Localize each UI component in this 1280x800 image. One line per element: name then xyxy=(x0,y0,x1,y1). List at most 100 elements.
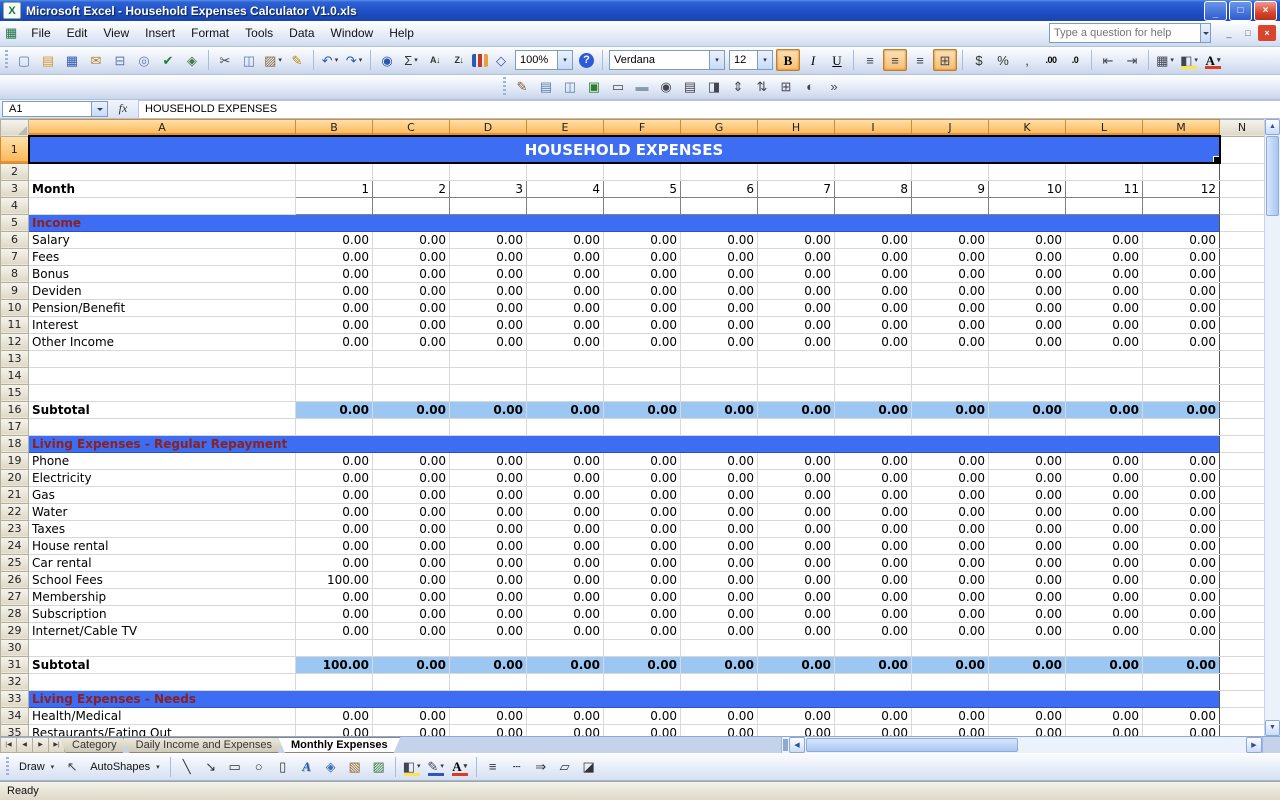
cell[interactable] xyxy=(296,673,373,690)
cell-value[interactable]: 0.00 xyxy=(373,571,450,588)
cell[interactable] xyxy=(1220,673,1265,690)
dropdown-arrow-icon[interactable]: ▾ xyxy=(335,57,339,64)
chart-wizard-icon[interactable] xyxy=(472,54,488,67)
cell-value[interactable]: 0.00 xyxy=(758,622,835,639)
select-objects-icon[interactable]: ↖ xyxy=(61,757,83,777)
cell-value[interactable]: 0.00 xyxy=(373,724,450,736)
cell-value[interactable]: 0.00 xyxy=(527,333,604,350)
row-header-5[interactable]: 5 xyxy=(1,214,29,231)
section-header-cell[interactable]: Income xyxy=(29,214,1220,231)
cell-value[interactable]: 0.00 xyxy=(912,554,989,571)
cell-value[interactable]: 0.00 xyxy=(989,724,1066,736)
cell-label[interactable]: Salary xyxy=(29,231,296,248)
cell-value[interactable]: 0.00 xyxy=(527,503,604,520)
cell-value[interactable]: 0.00 xyxy=(912,605,989,622)
menu-window[interactable]: Window xyxy=(323,23,382,43)
cell[interactable] xyxy=(989,197,1066,214)
cell-subtotal-value[interactable]: 100.00 xyxy=(296,656,373,673)
cell-value[interactable]: 0.00 xyxy=(450,537,527,554)
cell-subtotal-value[interactable]: 0.00 xyxy=(835,401,912,418)
cell-value[interactable]: 0.00 xyxy=(296,452,373,469)
prev-sheet-button[interactable]: ◀ xyxy=(16,737,33,753)
cell[interactable] xyxy=(450,639,527,656)
cell[interactable] xyxy=(29,163,296,180)
cell-subtotal-value[interactable]: 0.00 xyxy=(450,401,527,418)
cell[interactable] xyxy=(1220,469,1265,486)
cell-value[interactable]: 0.00 xyxy=(912,520,989,537)
cell[interactable] xyxy=(758,163,835,180)
cell-value[interactable]: 0.00 xyxy=(1066,265,1143,282)
cell[interactable] xyxy=(1143,418,1220,435)
cell-value[interactable]: 0.00 xyxy=(1143,316,1220,333)
cell-value[interactable]: 0.00 xyxy=(758,537,835,554)
row-header-6[interactable]: 6 xyxy=(1,231,29,248)
menu-view[interactable]: View xyxy=(95,23,137,43)
column-header-H[interactable]: H xyxy=(758,119,835,136)
textbox-icon[interactable]: ▭ xyxy=(607,77,629,97)
insert-hyperlink-icon[interactable]: ◉ xyxy=(376,50,398,70)
cell[interactable] xyxy=(1220,316,1265,333)
decrease-indent-icon[interactable]: ⇤ xyxy=(1097,50,1119,70)
cell-label[interactable]: Health/Medical xyxy=(29,707,296,724)
cell[interactable] xyxy=(758,384,835,401)
cell-value[interactable]: 0.00 xyxy=(1143,469,1220,486)
cell-value[interactable]: 0.00 xyxy=(604,248,681,265)
dropdown-arrow-icon[interactable]: ▾ xyxy=(1194,57,1198,64)
dropdown-arrow-icon[interactable]: ▾ xyxy=(557,51,572,69)
cell-value[interactable]: 0.00 xyxy=(373,299,450,316)
cell[interactable] xyxy=(681,367,758,384)
cell-subtotal-value[interactable]: 0.00 xyxy=(989,656,1066,673)
cell-value[interactable]: 0.00 xyxy=(1066,248,1143,265)
cell[interactable] xyxy=(681,673,758,690)
cell-value[interactable]: 0.00 xyxy=(758,333,835,350)
font-name-combo[interactable]: Verdana▾ xyxy=(609,50,725,70)
cell-label[interactable]: Car rental xyxy=(29,554,296,571)
cell-value[interactable]: 0.00 xyxy=(373,537,450,554)
cell-value[interactable]: 0.00 xyxy=(989,248,1066,265)
cell-value[interactable]: 0.00 xyxy=(1066,520,1143,537)
column-header-B[interactable]: B xyxy=(296,119,373,136)
cell[interactable] xyxy=(1066,639,1143,656)
menu-insert[interactable]: Insert xyxy=(137,23,183,43)
help-icon[interactable]: ? xyxy=(579,53,594,68)
cell[interactable] xyxy=(1220,214,1265,231)
cell[interactable] xyxy=(527,639,604,656)
cell-value[interactable]: 0.00 xyxy=(989,333,1066,350)
cell-value[interactable]: 0.00 xyxy=(296,231,373,248)
cell-value[interactable]: 0.00 xyxy=(835,486,912,503)
cell-month[interactable]: 11 xyxy=(1066,180,1143,197)
cell[interactable] xyxy=(1220,282,1265,299)
cell-value[interactable]: 0.00 xyxy=(373,248,450,265)
cell[interactable] xyxy=(29,673,296,690)
cell[interactable] xyxy=(604,639,681,656)
cell-value[interactable]: 0.00 xyxy=(1066,486,1143,503)
drawing-icon[interactable]: ◇ xyxy=(490,50,512,70)
borders-icon[interactable]: ▦▾ xyxy=(1154,50,1176,70)
column-header-L[interactable]: L xyxy=(1066,119,1143,136)
cell-value[interactable]: 0.00 xyxy=(912,622,989,639)
cell-value[interactable]: 0.00 xyxy=(912,248,989,265)
fill-color-icon[interactable]: ◧▾ xyxy=(401,757,423,777)
cell-value[interactable]: 0.00 xyxy=(681,571,758,588)
cell[interactable] xyxy=(1220,639,1265,656)
cell-value[interactable]: 0.00 xyxy=(604,316,681,333)
row-header-15[interactable]: 15 xyxy=(1,384,29,401)
cell-value[interactable]: 0.00 xyxy=(758,316,835,333)
cell-value[interactable]: 0.00 xyxy=(835,554,912,571)
dropdown-arrow-icon[interactable]: ▾ xyxy=(359,57,363,64)
cell[interactable] xyxy=(1066,418,1143,435)
align-right-icon[interactable]: ≡ xyxy=(909,50,931,70)
percent-icon[interactable]: % xyxy=(992,50,1014,70)
cell[interactable] xyxy=(1143,163,1220,180)
cell[interactable] xyxy=(373,367,450,384)
cell-value[interactable]: 0.00 xyxy=(681,588,758,605)
cell-value[interactable]: 0.00 xyxy=(835,248,912,265)
row-header-23[interactable]: 23 xyxy=(1,520,29,537)
cell-value[interactable]: 0.00 xyxy=(604,554,681,571)
cell[interactable] xyxy=(450,384,527,401)
cell[interactable] xyxy=(1220,265,1265,282)
cell-value[interactable]: 0.00 xyxy=(604,537,681,554)
row-header-31[interactable]: 31 xyxy=(1,656,29,673)
listbox-icon[interactable]: ▤ xyxy=(679,77,701,97)
cell-value[interactable]: 0.00 xyxy=(527,316,604,333)
